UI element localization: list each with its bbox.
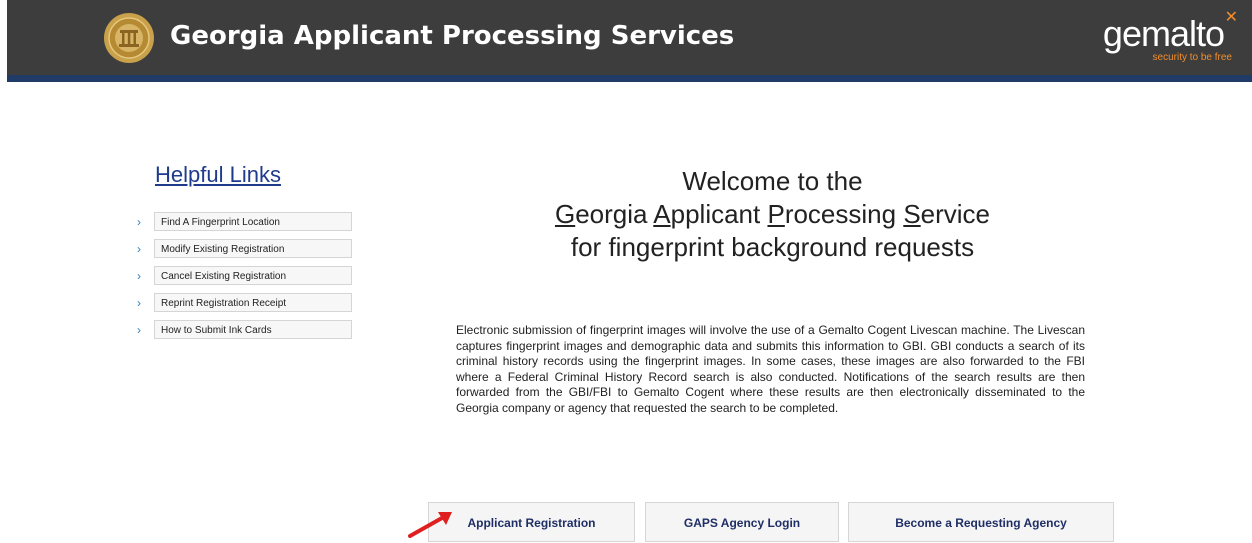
chevron-right-icon: ›: [137, 214, 141, 229]
applicant-registration-button[interactable]: Applicant Registration: [428, 502, 635, 542]
chevron-right-icon: ›: [137, 241, 141, 256]
reprint-receipt-link[interactable]: Reprint Registration Receipt: [154, 293, 352, 312]
chevron-right-icon: ›: [137, 322, 141, 337]
site-header: Georgia Applicant Processing Services ge…: [7, 0, 1252, 82]
list-item: › Modify Existing Registration: [137, 235, 352, 262]
helpful-links-list: › Find A Fingerprint Location › Modify E…: [137, 208, 352, 343]
cancel-registration-link[interactable]: Cancel Existing Registration: [154, 266, 352, 285]
submit-ink-cards-link[interactable]: How to Submit Ink Cards: [154, 320, 352, 339]
list-item: › How to Submit Ink Cards: [137, 316, 352, 343]
site-title: Georgia Applicant Processing Services: [170, 21, 735, 51]
chevron-right-icon: ›: [137, 295, 141, 310]
georgia-seal-icon: [104, 13, 154, 63]
find-fingerprint-location-link[interactable]: Find A Fingerprint Location: [154, 212, 352, 231]
list-item: › Cancel Existing Registration: [137, 262, 352, 289]
chevron-right-icon: ›: [137, 268, 141, 283]
welcome-line-3: for fingerprint background requests: [570, 232, 975, 262]
gemalto-wordmark: gemalto: [1102, 13, 1225, 54]
gemalto-logo: gemalto ✕ security to be free: [1094, 10, 1238, 66]
list-item: › Reprint Registration Receipt: [137, 289, 352, 316]
gemalto-star-icon: ✕: [1224, 9, 1238, 26]
modify-registration-link[interactable]: Modify Existing Registration: [154, 239, 352, 258]
service-description: Electronic submission of fingerprint ima…: [456, 323, 1085, 415]
red-pointer-arrow-icon: [408, 512, 452, 538]
become-requesting-agency-button[interactable]: Become a Requesting Agency: [848, 502, 1114, 542]
helpful-links-heading: Helpful Links: [155, 162, 281, 187]
welcome-line-2: Georgia Applicant Processing Service: [554, 199, 991, 229]
agency-login-button[interactable]: GAPS Agency Login: [645, 502, 839, 542]
welcome-heading: Welcome to the Georgia Applicant Process…: [495, 165, 1050, 264]
gemalto-tagline: security to be free: [1152, 52, 1232, 63]
welcome-line-1: Welcome to the: [682, 166, 863, 196]
list-item: › Find A Fingerprint Location: [137, 208, 352, 235]
